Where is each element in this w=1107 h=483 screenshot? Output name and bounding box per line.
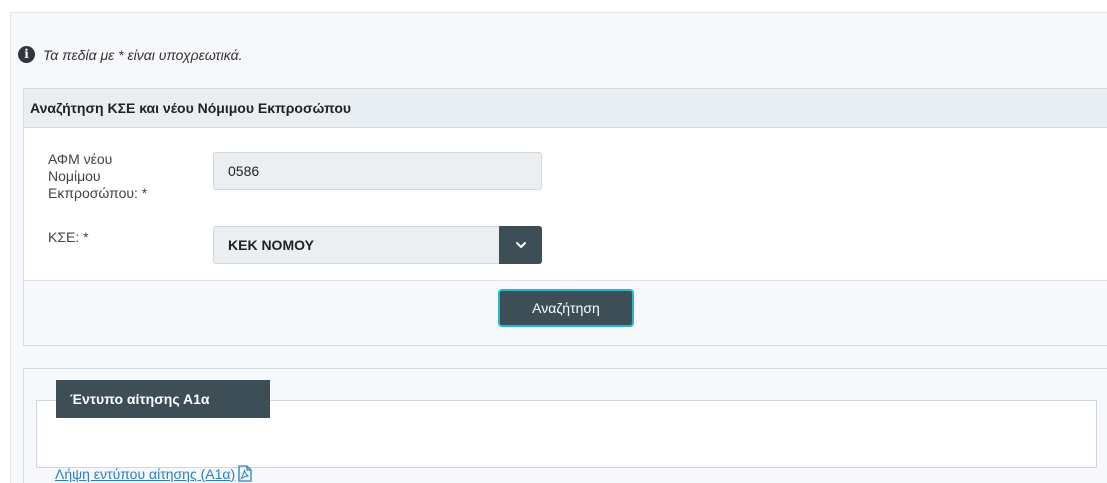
pdf-file-icon (238, 465, 252, 482)
search-button[interactable]: Αναζήτηση (498, 289, 634, 327)
download-form-link[interactable]: Λήψη εντύπου αίτησης (Α1α) (55, 465, 252, 482)
afm-label-line-1: ΑΦΜ νέου (48, 151, 113, 167)
afm-label-line-3: Εκπροσώπου: * (48, 185, 148, 201)
afm-label: ΑΦΜ νέου Νομίμου Εκπροσώπου: * (48, 151, 147, 202)
kse-label: ΚΣΕ: * (48, 229, 89, 245)
required-fields-note: i Τα πεδία με * είναι υποχρεωτικά. (18, 46, 242, 63)
kse-dropdown-button[interactable] (499, 226, 542, 264)
kse-selected-value: ΚΕΚ ΝΟΜΟΥ (228, 237, 314, 253)
search-panel-title: Αναζήτηση ΚΣΕ και νέου Νόμιμου Εκπροσώπο… (24, 89, 1107, 128)
search-panel: Αναζήτηση ΚΣΕ και νέου Νόμιμου Εκπροσώπο… (23, 88, 1107, 346)
download-form-link-text: Λήψη εντύπου αίτησης (Α1α) (55, 465, 236, 482)
search-panel-body: ΑΦΜ νέου Νομίμου Εκπροσώπου: * 0586 ΚΣΕ:… (24, 128, 1107, 281)
form-panel: Λήψη εντύπου αίτησης (Α1α) Έντυπο αίτηση… (23, 368, 1107, 483)
chevron-down-icon (515, 242, 526, 248)
afm-field[interactable]: 0586 (213, 152, 542, 190)
afm-label-line-2: Νομίμου (48, 168, 101, 184)
search-panel-footer: Αναζήτηση (24, 281, 1107, 347)
info-icon: i (18, 46, 35, 63)
page-container: i Τα πεδία με * είναι υποχρεωτικά. Αναζή… (10, 12, 1107, 483)
required-fields-text: Τα πεδία με * είναι υποχρεωτικά. (43, 46, 243, 63)
kse-select[interactable]: ΚΕΚ ΝΟΜΟΥ (213, 226, 542, 264)
form-legend: Έντυπο αίτησης Α1α (56, 380, 270, 418)
